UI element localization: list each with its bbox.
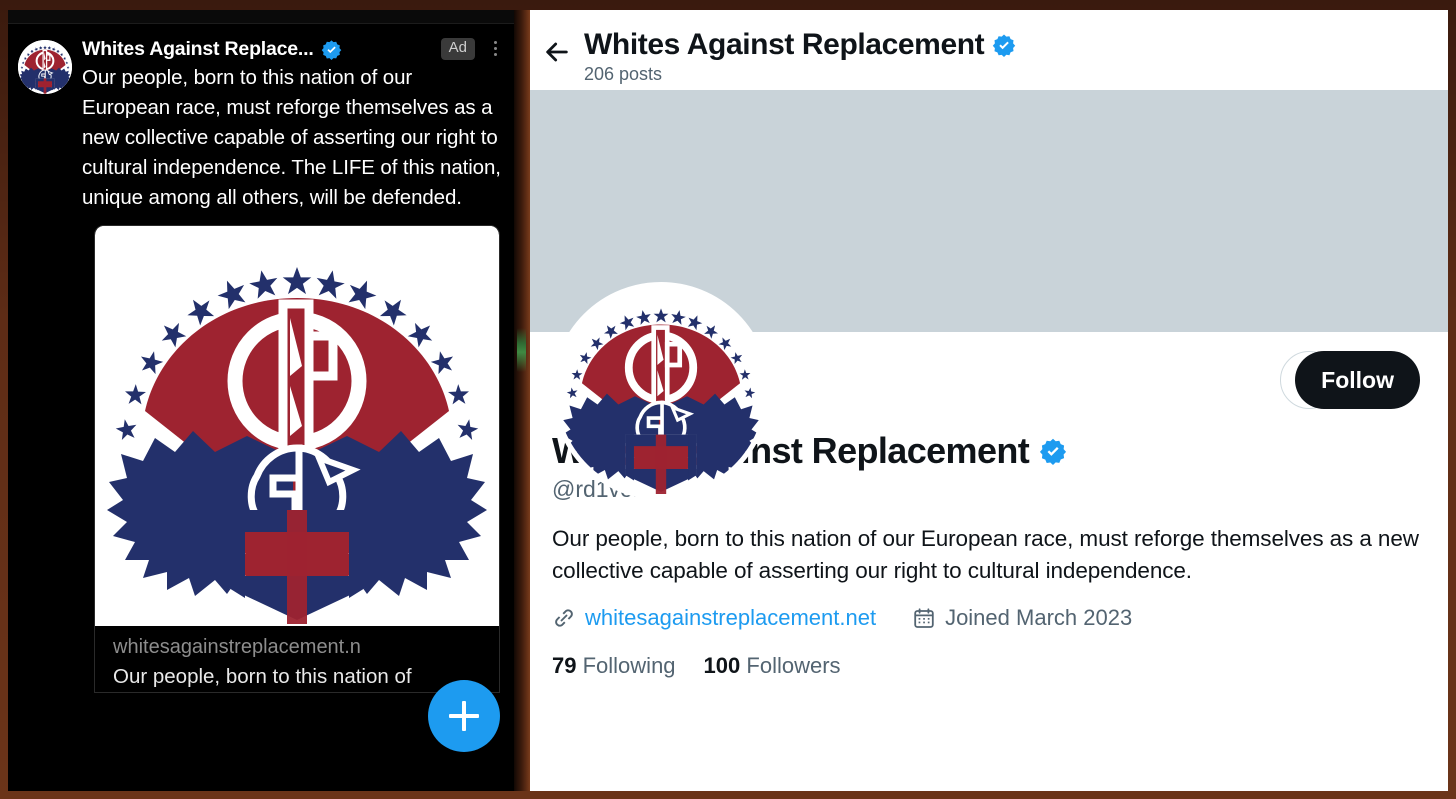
ad-card-domain: whitesagainstreplacement.n [113, 636, 361, 658]
kebab-menu-icon[interactable] [486, 41, 504, 57]
ad-link-card[interactable]: whitesagainstreplacement.n Our people, b… [94, 225, 500, 693]
panel-divider [514, 10, 530, 791]
ad-account-avatar[interactable] [18, 40, 72, 94]
feed-topbar [8, 10, 514, 24]
following-count: 79 [552, 653, 577, 678]
scrollbar-thumb[interactable] [517, 328, 526, 372]
profile-stats: 79 Following 100 Followers [552, 653, 1424, 679]
following-label: Following [582, 653, 676, 678]
profile-joined-item: Joined March 2023 [912, 605, 1132, 631]
ad-label-badge: Ad [440, 38, 475, 60]
link-chain-icon [555, 609, 573, 627]
profile-header: Whites Against Replacement 206 posts [530, 10, 1448, 90]
compose-fab-button[interactable] [428, 680, 500, 752]
verified-badge-icon [321, 39, 341, 60]
back-arrow-icon [546, 42, 568, 62]
follow-button[interactable]: Follow [1295, 351, 1420, 409]
profile-joined-date: Joined March 2023 [945, 605, 1133, 630]
ad-feed-panel: Whites Against Replace... Ad Our people,… [8, 10, 514, 791]
ad-post[interactable]: Whites Against Replace... Ad Our people,… [8, 24, 514, 213]
profile-avatar[interactable] [552, 282, 770, 500]
profile-metadata: whitesagainstreplacement.net Joined Marc… [552, 605, 1424, 631]
ad-card-image [95, 226, 499, 626]
profile-website-link[interactable]: whitesagainstreplacement.net [585, 605, 876, 631]
profile-website-item[interactable]: whitesagainstreplacement.net [552, 605, 876, 631]
calendar-icon [914, 608, 934, 628]
profile-panel: Whites Against Replacement 206 posts Fol… [530, 10, 1448, 791]
emblem-avatar-icon [18, 40, 72, 94]
followers-stat[interactable]: 100 Followers [704, 653, 841, 679]
ad-account-name[interactable]: Whites Against Replace... [82, 38, 314, 61]
plus-icon [449, 701, 479, 731]
emblem-logo-image-icon [97, 226, 497, 626]
profile-posts-count: 206 posts [584, 64, 663, 84]
ad-card-description: Our people, born to this nation of [113, 665, 412, 688]
profile-header-title: Whites Against Replacement [584, 28, 985, 61]
following-stat[interactable]: 79 Following [552, 653, 676, 679]
followers-label: Followers [746, 653, 841, 678]
followers-count: 100 [703, 653, 741, 678]
ad-post-text: Our people, born to this nation of our E… [82, 66, 501, 209]
back-button[interactable] [530, 22, 584, 68]
verified-badge-icon [1040, 438, 1067, 465]
emblem-avatar-large-icon [557, 286, 765, 496]
verified-badge-icon [993, 34, 1016, 57]
screenshot-frame: Whites Against Replace... Ad Our people,… [0, 0, 1456, 799]
profile-bio: Our people, born to this nation of our E… [552, 526, 1419, 583]
